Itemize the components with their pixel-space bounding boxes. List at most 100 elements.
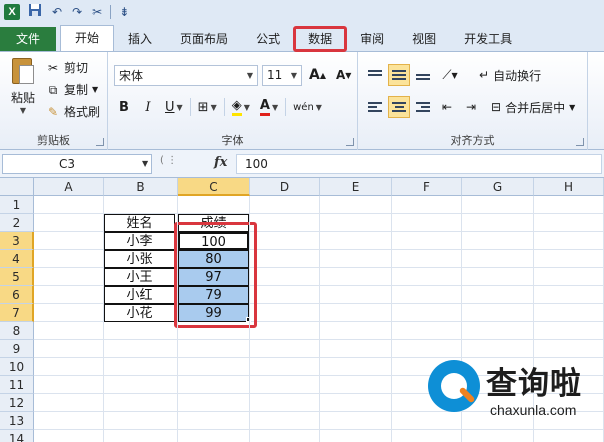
italic-button[interactable]: I xyxy=(138,96,158,118)
name-cell[interactable]: 小张 xyxy=(104,250,175,268)
tab-developer[interactable]: 开发工具 xyxy=(450,27,526,51)
row-header[interactable]: 7 xyxy=(0,304,34,322)
save-icon[interactable] xyxy=(26,3,44,21)
excel-app-icon[interactable]: X xyxy=(4,4,20,20)
tab-data[interactable]: 数据 xyxy=(293,26,348,52)
increase-indent-button[interactable]: ⇥ xyxy=(460,96,482,118)
font-size-select[interactable]: 11 ▼ xyxy=(262,64,302,86)
align-right-button[interactable] xyxy=(412,96,434,118)
row-header[interactable]: 5 xyxy=(0,268,34,286)
merge-center-button[interactable]: ⊟ 合并后居中 ▼ xyxy=(488,96,578,118)
font-color-button[interactable]: A ▼ xyxy=(257,96,281,118)
format-painter-button[interactable]: ✎ 格式刷 xyxy=(46,102,100,122)
brush-icon: ✎ xyxy=(47,105,59,119)
chevron-down-icon: ▼ xyxy=(315,102,322,112)
undo-button[interactable]: ↶ xyxy=(50,3,64,21)
borders-button[interactable]: ⊞ ▼ xyxy=(195,96,220,118)
row-header[interactable]: 14 xyxy=(0,430,34,442)
column-header[interactable]: F xyxy=(392,178,462,196)
font-size-value: 11 xyxy=(267,68,283,82)
gridline xyxy=(103,196,104,442)
name-cell[interactable]: 小李 xyxy=(104,232,175,250)
cut-button[interactable]: ✂ 剪切 xyxy=(46,58,88,78)
gridline xyxy=(319,196,320,442)
dialog-launcher-icon[interactable] xyxy=(346,138,354,146)
grow-font-label: A xyxy=(309,67,320,83)
chevron-down-icon: ▼ xyxy=(92,85,99,94)
formula-input[interactable]: 100 xyxy=(236,154,602,174)
chevron-down-icon: ▼ xyxy=(176,102,183,112)
dialog-launcher-icon[interactable] xyxy=(96,138,104,146)
tab-formulas[interactable]: 公式 xyxy=(242,27,294,51)
select-all-corner[interactable] xyxy=(0,178,34,196)
bold-button[interactable]: B xyxy=(114,96,134,118)
formula-bar-divider[interactable]: ( ⋮ xyxy=(160,155,200,173)
watermark-logo: 查询啦 chaxunla.com xyxy=(424,354,602,436)
wrap-text-label: 自动换行 xyxy=(493,68,542,83)
paste-label: 粘贴 xyxy=(10,91,35,105)
row-header[interactable]: 1 xyxy=(0,196,34,214)
column-header[interactable]: A xyxy=(34,178,104,196)
paste-button[interactable]: 粘贴 ▼ xyxy=(6,56,40,115)
row-header[interactable]: 6 xyxy=(0,286,34,304)
tab-file[interactable]: 文件 xyxy=(0,27,57,51)
row-header[interactable]: 13 xyxy=(0,412,34,430)
column-header[interactable]: B xyxy=(104,178,178,196)
copy-button[interactable]: ⧉ 复制 ▼ xyxy=(46,80,98,100)
chevron-down-icon: ▼ xyxy=(210,102,217,112)
row-header[interactable]: 8 xyxy=(0,322,34,340)
paint-bucket-icon: ◈ xyxy=(231,98,242,116)
chevron-down-icon[interactable]: ▼ xyxy=(142,159,148,168)
gridline xyxy=(177,196,178,442)
chevron-down-icon: ▼ xyxy=(19,106,27,115)
row-header[interactable]: 9 xyxy=(0,340,34,358)
grow-font-button[interactable]: A ▲ xyxy=(306,64,329,86)
alignment-group: ⟋ ▼ ↵ 自动换行 ⇤ ⇥ ⊟ 合并后居中 ▼ 对齐方式 xyxy=(358,52,588,150)
align-bottom-button[interactable] xyxy=(412,64,434,86)
divider xyxy=(223,98,225,116)
align-top-button[interactable] xyxy=(364,64,386,86)
align-middle-button[interactable] xyxy=(388,64,410,86)
column-header[interactable]: G xyxy=(462,178,534,196)
tab-view[interactable]: 视图 xyxy=(398,27,450,51)
decrease-indent-button[interactable]: ⇤ xyxy=(436,96,458,118)
shrink-font-button[interactable]: A ▼ xyxy=(333,64,354,86)
row-header[interactable]: 11 xyxy=(0,376,34,394)
name-cell[interactable]: 小花 xyxy=(104,304,175,322)
column-header[interactable]: C xyxy=(178,178,250,196)
font-group: 宋体 ▼ 11 ▼ A ▲ A ▼ B I U ▼ ⊞ ▼ ◈ ▼ A ▼ wén ▼ 字体 xyxy=(108,52,358,150)
align-center-button[interactable] xyxy=(388,96,410,118)
name-box[interactable]: C3 xyxy=(2,154,152,174)
tab-review[interactable]: 审阅 xyxy=(346,27,398,51)
customize-qat-button[interactable]: ⇟ xyxy=(117,3,131,21)
row-header[interactable]: 12 xyxy=(0,394,34,412)
divider xyxy=(189,98,191,116)
gridline xyxy=(249,196,250,442)
redo-button[interactable]: ↷ xyxy=(70,3,84,21)
row-header[interactable]: 4 xyxy=(0,250,34,268)
row-header[interactable]: 10 xyxy=(0,358,34,376)
wrap-text-button[interactable]: ↵ 自动换行 xyxy=(476,64,544,86)
phonetic-guide-button[interactable]: wén ▼ xyxy=(290,96,325,118)
increase-indent-icon: ⇥ xyxy=(465,100,477,114)
dialog-launcher-icon[interactable] xyxy=(576,138,584,146)
insert-function-button[interactable]: fx xyxy=(214,155,227,170)
tab-page-layout[interactable]: 页面布局 xyxy=(166,27,242,51)
underline-button[interactable]: U ▼ xyxy=(162,96,186,118)
row-header[interactable]: 3 xyxy=(0,232,34,250)
column-header[interactable]: D xyxy=(250,178,320,196)
font-name-select[interactable]: 宋体 ▼ xyxy=(114,64,258,86)
name-cell[interactable]: 小红 xyxy=(104,286,175,304)
tool-icon[interactable]: ✂ xyxy=(90,3,104,21)
chevron-down-icon: ▼ xyxy=(271,102,279,112)
fill-color-button[interactable]: ◈ ▼ xyxy=(229,96,253,118)
orientation-button[interactable]: ⟋ ▼ xyxy=(436,64,464,86)
name-cell[interactable]: 小王 xyxy=(104,268,175,286)
column-header[interactable]: E xyxy=(320,178,392,196)
column-header[interactable]: H xyxy=(534,178,604,196)
align-left-button[interactable] xyxy=(364,96,386,118)
header-name-cell[interactable]: 姓名 xyxy=(104,214,175,232)
row-header[interactable]: 2 xyxy=(0,214,34,232)
tab-insert[interactable]: 插入 xyxy=(114,27,166,51)
tab-home[interactable]: 开始 xyxy=(60,25,115,51)
